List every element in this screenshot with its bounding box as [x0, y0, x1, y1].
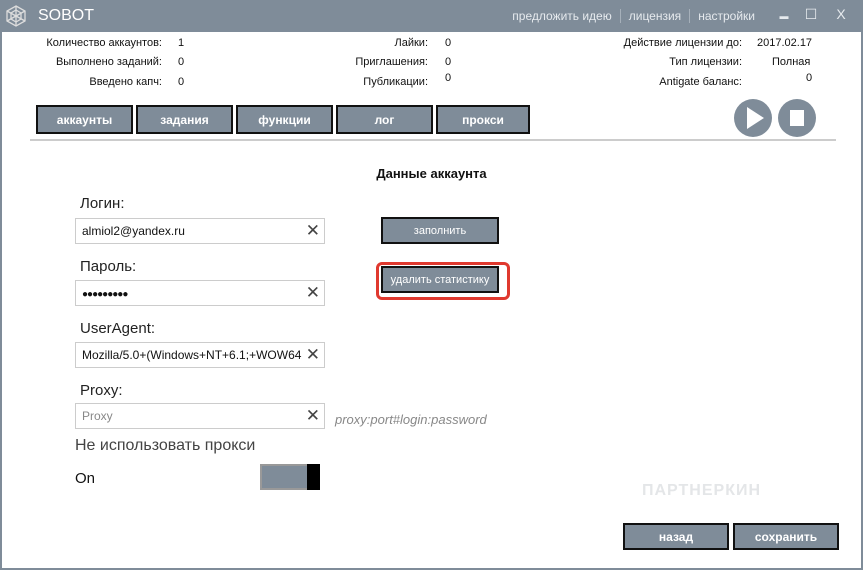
accounts-value: 1: [178, 37, 185, 49]
antigate-label: Antigate баланс:: [659, 76, 742, 88]
password-value: ●●●●●●●●●: [82, 289, 128, 300]
title-bar: SOBOT предложить идею лицензия настройки…: [0, 0, 863, 32]
toggle-knob[interactable]: [307, 464, 320, 490]
license-link[interactable]: лицензия: [619, 9, 689, 23]
license-type-label: Тип лицензии:: [669, 56, 742, 68]
watermark: ПАРТНЕРКИН: [642, 482, 762, 499]
tasks-value: 0: [178, 56, 185, 68]
settings-link[interactable]: настройки: [689, 9, 763, 23]
back-button[interactable]: назад: [623, 523, 729, 550]
proxy-input[interactable]: Proxy ✕: [75, 403, 325, 429]
app-title: SOBOT: [38, 7, 95, 24]
tab-accounts[interactable]: аккаунты: [36, 105, 133, 134]
section-title: Данные аккаунта: [376, 166, 487, 181]
minimize-button[interactable]: ▬: [774, 11, 794, 21]
posts-value: 0: [445, 72, 452, 84]
clear-icon[interactable]: ✕: [306, 283, 320, 303]
close-button[interactable]: X: [831, 6, 851, 22]
tab-proxy[interactable]: прокси: [436, 105, 530, 134]
captcha-label: Введено капч:: [89, 76, 162, 88]
useragent-input[interactable]: Mozilla/5.0+(Windows+NT+6.1;+WOW64 ✕: [75, 342, 325, 368]
license-until-label: Действие лицензии до:: [623, 37, 742, 49]
stop-button[interactable]: [778, 99, 816, 137]
password-label: Пароль:: [80, 258, 137, 275]
useragent-label: UserAgent:: [80, 320, 156, 337]
license-type-value: Полная: [772, 56, 811, 68]
posts-label: Публикации:: [363, 76, 428, 88]
tab-tasks[interactable]: задания: [136, 105, 233, 134]
no-proxy-label: Не использовать прокси: [75, 437, 256, 454]
captcha-value: 0: [178, 76, 185, 88]
likes-label: Лайки:: [394, 37, 429, 49]
useragent-value: Mozilla/5.0+(Windows+NT+6.1;+WOW64: [82, 348, 302, 362]
invites-value: 0: [445, 56, 452, 68]
tasks-label: Выполнено заданий:: [55, 56, 162, 68]
login-input[interactable]: almiol2@yandex.ru ✕: [75, 218, 325, 244]
tab-functions[interactable]: функции: [236, 105, 333, 134]
suggest-idea-link[interactable]: предложить идею: [504, 9, 619, 23]
clear-icon[interactable]: ✕: [306, 221, 320, 241]
divider: [30, 139, 836, 141]
no-proxy-toggle[interactable]: [260, 464, 320, 490]
stop-icon: [790, 110, 804, 126]
proxy-placeholder: Proxy: [82, 409, 113, 423]
toggle-state-label: On: [75, 470, 96, 487]
accounts-label: Количество аккаунтов:: [46, 37, 162, 49]
clear-icon[interactable]: ✕: [305, 345, 320, 365]
main-panel: Количество аккаунтов: 1 Выполнено задани…: [2, 32, 861, 568]
password-input[interactable]: ●●●●●●●●● ✕: [75, 280, 325, 306]
login-label: Логин:: [80, 195, 125, 212]
clear-icon[interactable]: ✕: [306, 406, 320, 426]
antigate-value: 0: [806, 72, 813, 84]
tab-log[interactable]: лог: [336, 105, 433, 134]
play-icon: [747, 107, 764, 129]
maximize-button[interactable]: ☐: [801, 6, 821, 23]
likes-value: 0: [445, 37, 452, 49]
proxy-label: Proxy:: [80, 382, 123, 399]
delete-stats-button[interactable]: удалить статистику: [381, 266, 499, 293]
license-until-value: 2017.02.17: [757, 37, 813, 49]
web-logo-icon: [6, 5, 26, 27]
save-button[interactable]: сохранить: [733, 523, 839, 550]
fill-button[interactable]: заполнить: [381, 217, 499, 244]
play-button[interactable]: [734, 99, 772, 137]
login-value: almiol2@yandex.ru: [82, 224, 185, 238]
invites-label: Приглашения:: [355, 56, 428, 68]
proxy-format-hint: proxy:port#login:password: [335, 412, 487, 427]
